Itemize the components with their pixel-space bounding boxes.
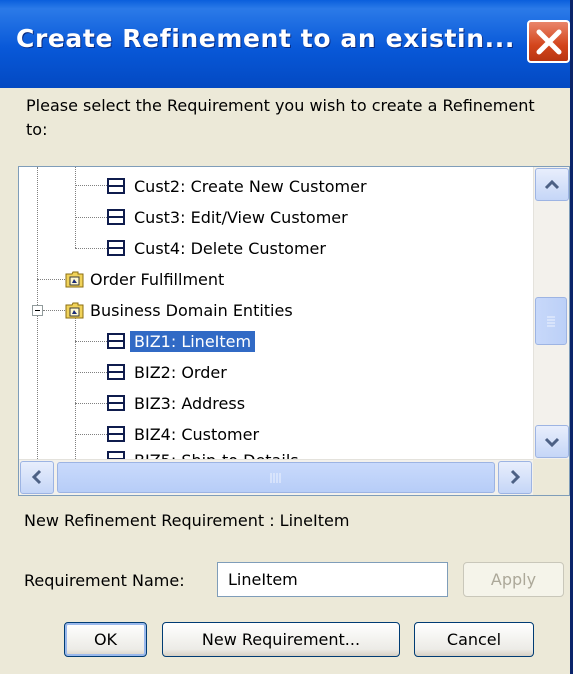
package-folder-icon bbox=[65, 271, 84, 287]
requirement-icon bbox=[107, 209, 125, 225]
new-requirement-button-label: New Requirement... bbox=[201, 630, 361, 649]
tree-line bbox=[75, 434, 107, 435]
window-title: Create Refinement to an existin... bbox=[16, 24, 515, 53]
tree-item-label: BIZ2: Order bbox=[134, 362, 227, 382]
tree-line bbox=[43, 310, 67, 311]
chevron-right-icon bbox=[510, 469, 521, 485]
vertical-scrollbar[interactable] bbox=[533, 167, 569, 459]
tree-line bbox=[75, 217, 107, 218]
requirement-icon bbox=[107, 240, 125, 256]
tree-item[interactable]: BIZ4: Customer bbox=[107, 420, 259, 448]
tree-line bbox=[75, 248, 107, 249]
tree-line bbox=[75, 167, 76, 248]
grip-icon bbox=[547, 316, 555, 327]
tree-item-label: BIZ4: Customer bbox=[134, 424, 260, 444]
tree-item-label: Cust3: Edit/View Customer bbox=[134, 207, 348, 227]
package-folder-icon bbox=[65, 302, 84, 318]
scrollbar-corner bbox=[533, 459, 569, 495]
tree-item-partial[interactable]: BIZ5: Ship-to Details bbox=[107, 451, 299, 459]
tree-item-selected[interactable]: BIZ1: LineItem bbox=[107, 327, 257, 355]
requirement-icon bbox=[107, 333, 125, 349]
collapse-toggle-icon[interactable] bbox=[32, 305, 43, 316]
tree-item-folder[interactable]: Order Fulfillment bbox=[65, 265, 224, 293]
close-button[interactable] bbox=[527, 20, 570, 63]
tree-line bbox=[75, 341, 107, 342]
requirement-name-input[interactable] bbox=[217, 562, 448, 597]
requirement-tree[interactable]: Cust2: Create New Customer Cust3: Edit/V… bbox=[18, 166, 570, 496]
chevron-down-icon bbox=[544, 437, 560, 448]
instruction-text: Please select the Requirement you wish t… bbox=[26, 96, 535, 139]
tree-item-label: BIZ3: Address bbox=[134, 393, 246, 413]
tree-line bbox=[75, 185, 107, 186]
tree-item[interactable]: BIZ2: Order bbox=[107, 358, 227, 386]
tree-item[interactable]: Cust3: Edit/View Customer bbox=[107, 203, 348, 231]
chevron-left-icon bbox=[31, 469, 42, 485]
scroll-up-button[interactable] bbox=[535, 168, 569, 201]
tree-line bbox=[75, 403, 107, 404]
ok-button[interactable]: OK bbox=[64, 622, 147, 657]
tree-item[interactable]: BIZ3: Address bbox=[107, 389, 245, 417]
cancel-button-label: Cancel bbox=[446, 630, 502, 649]
scroll-thumb[interactable] bbox=[535, 297, 567, 345]
tree-line bbox=[75, 317, 76, 459]
dialog-window: Create Refinement to an existin... Pleas… bbox=[0, 0, 573, 674]
scroll-down-button[interactable] bbox=[535, 425, 569, 458]
tree-item[interactable]: Cust4: Delete Customer bbox=[107, 234, 326, 262]
title-bar[interactable]: Create Refinement to an existin... bbox=[0, 0, 570, 88]
new-refinement-text: New Refinement Requirement : LineItem bbox=[24, 511, 350, 530]
new-requirement-button[interactable]: New Requirement... bbox=[162, 622, 400, 657]
tree-item-label: BIZ1: LineItem bbox=[128, 329, 257, 353]
tree-item-label: Business Domain Entities bbox=[90, 300, 293, 320]
tree-item-label: Cust4: Delete Customer bbox=[134, 238, 326, 258]
tree-item-folder[interactable]: Business Domain Entities bbox=[65, 296, 293, 324]
tree-item-label: Order Fulfillment bbox=[90, 269, 225, 289]
apply-button[interactable]: Apply bbox=[463, 562, 564, 597]
requirement-icon bbox=[107, 178, 125, 194]
requirement-icon bbox=[107, 426, 125, 442]
requirement-icon bbox=[107, 364, 125, 380]
tree-line bbox=[75, 372, 107, 373]
requirement-name-label: Requirement Name: bbox=[24, 571, 185, 590]
tree-item-label: Cust2: Create New Customer bbox=[134, 176, 367, 196]
ok-button-label: OK bbox=[93, 630, 118, 649]
horizontal-scroll-thumb[interactable] bbox=[57, 462, 495, 493]
cancel-button[interactable]: Cancel bbox=[414, 622, 534, 657]
tree-item[interactable]: Cust2: Create New Customer bbox=[107, 172, 367, 200]
tree-item-label: BIZ5: Ship-to Details bbox=[134, 451, 299, 459]
tree-line bbox=[37, 279, 67, 280]
scroll-left-button[interactable] bbox=[20, 461, 54, 494]
close-icon bbox=[536, 29, 562, 55]
requirement-icon bbox=[107, 451, 125, 459]
requirement-icon bbox=[107, 395, 125, 411]
chevron-up-icon bbox=[544, 179, 560, 190]
apply-button-label: Apply bbox=[490, 570, 537, 589]
horizontal-scrollbar[interactable] bbox=[19, 459, 534, 495]
grip-icon bbox=[270, 473, 281, 483]
scroll-right-button[interactable] bbox=[498, 461, 532, 494]
